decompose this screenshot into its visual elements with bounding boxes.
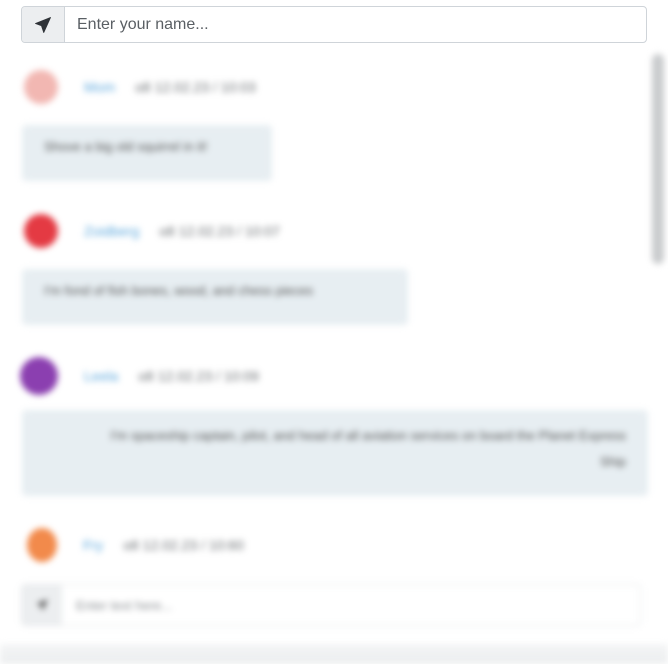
username[interactable]: Leela bbox=[84, 368, 118, 384]
message-bubble: I'm fond of fish bones, wood, and chess … bbox=[22, 269, 408, 325]
message-bubble: I'm spaceship captain, pilot, and head o… bbox=[22, 410, 648, 496]
message-text: Shove a big old squirrel in it! bbox=[44, 139, 208, 154]
message-input[interactable]: Enter text here... bbox=[62, 598, 172, 613]
message-input-group: Enter text here... bbox=[21, 584, 641, 626]
scrollbar[interactable] bbox=[652, 54, 664, 264]
paper-plane-icon[interactable] bbox=[22, 585, 62, 625]
message-header: Leela o8 12.02.23 / 10:09 bbox=[20, 357, 259, 395]
avatar bbox=[20, 357, 58, 395]
avatar bbox=[27, 528, 57, 562]
name-input-group bbox=[21, 6, 647, 43]
avatar bbox=[24, 214, 58, 248]
message-header: Fry o8 12.02.23 / 10:60 bbox=[27, 528, 244, 562]
footer-shadow bbox=[0, 644, 668, 664]
username[interactable]: Fry bbox=[83, 537, 103, 553]
paper-plane-icon[interactable] bbox=[22, 7, 65, 42]
timestamp: o8 12.02.23 / 10:60 bbox=[123, 537, 244, 553]
username[interactable]: Zoidberg bbox=[84, 223, 139, 239]
message-header: Mom o8 12.02.23 / 10:03 bbox=[24, 70, 256, 104]
message-text: I'm fond of fish bones, wood, and chess … bbox=[44, 283, 314, 298]
message-text: I'm spaceship captain, pilot, and head o… bbox=[110, 428, 626, 469]
name-input[interactable] bbox=[65, 7, 646, 42]
username[interactable]: Mom bbox=[84, 79, 115, 95]
timestamp: o8 12.02.23 / 10:09 bbox=[138, 368, 259, 384]
timestamp: o8 12.02.23 / 10:07 bbox=[159, 223, 280, 239]
avatar bbox=[24, 70, 58, 104]
message-header: Zoidberg o8 12.02.23 / 10:07 bbox=[24, 214, 280, 248]
timestamp: o8 12.02.23 / 10:03 bbox=[135, 79, 256, 95]
message-bubble: Shove a big old squirrel in it! bbox=[22, 125, 272, 181]
chat-panel: Mom o8 12.02.23 / 10:03 Shove a big old … bbox=[0, 44, 668, 664]
